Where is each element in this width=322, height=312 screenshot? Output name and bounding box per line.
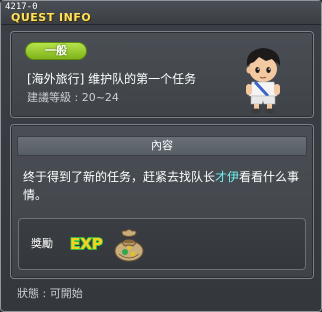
- title-bar[interactable]: 4217-0 QUEST INFO: [1, 1, 321, 25]
- quest-name: [海外旅行] 维护队的第一个任务: [27, 72, 197, 86]
- quest-level-requirement: 建議等級 : 20~24: [27, 91, 119, 104]
- exp-bag-icon: [114, 229, 144, 262]
- window-title: QUEST INFO: [11, 11, 92, 24]
- reward-box: 獎勵 EXP: [18, 218, 306, 270]
- exp-text: EXP: [70, 235, 103, 253]
- description-text-start: 终于得到了新的任务，赶紧去找队长: [23, 170, 216, 184]
- quest-summary-panel: 一般 [海外旅行] 维护队的第一个任务 建議等級 : 20~24: [10, 31, 314, 118]
- exp-icon: EXP: [69, 234, 103, 253]
- quest-content-panel: 內容 终于得到了新的任务，赶紧去找队长才伊看看什么事情。 獎勵 EXP: [10, 124, 314, 279]
- content-header: 內容: [17, 136, 307, 156]
- reward-label: 獎勵: [31, 237, 53, 250]
- category-badge: 一般: [25, 42, 87, 60]
- npc-portrait: [246, 48, 281, 114]
- quest-status: 狀態 : 可開始: [17, 287, 83, 300]
- npc-name-link[interactable]: 才伊: [215, 170, 239, 184]
- quest-info-window: 4217-0 QUEST INFO 一般 [海外旅行] 维护队的第一个任务 建議…: [0, 0, 322, 312]
- quest-description: 终于得到了新的任务，赶紧去找队长才伊看看什么事情。: [23, 168, 305, 204]
